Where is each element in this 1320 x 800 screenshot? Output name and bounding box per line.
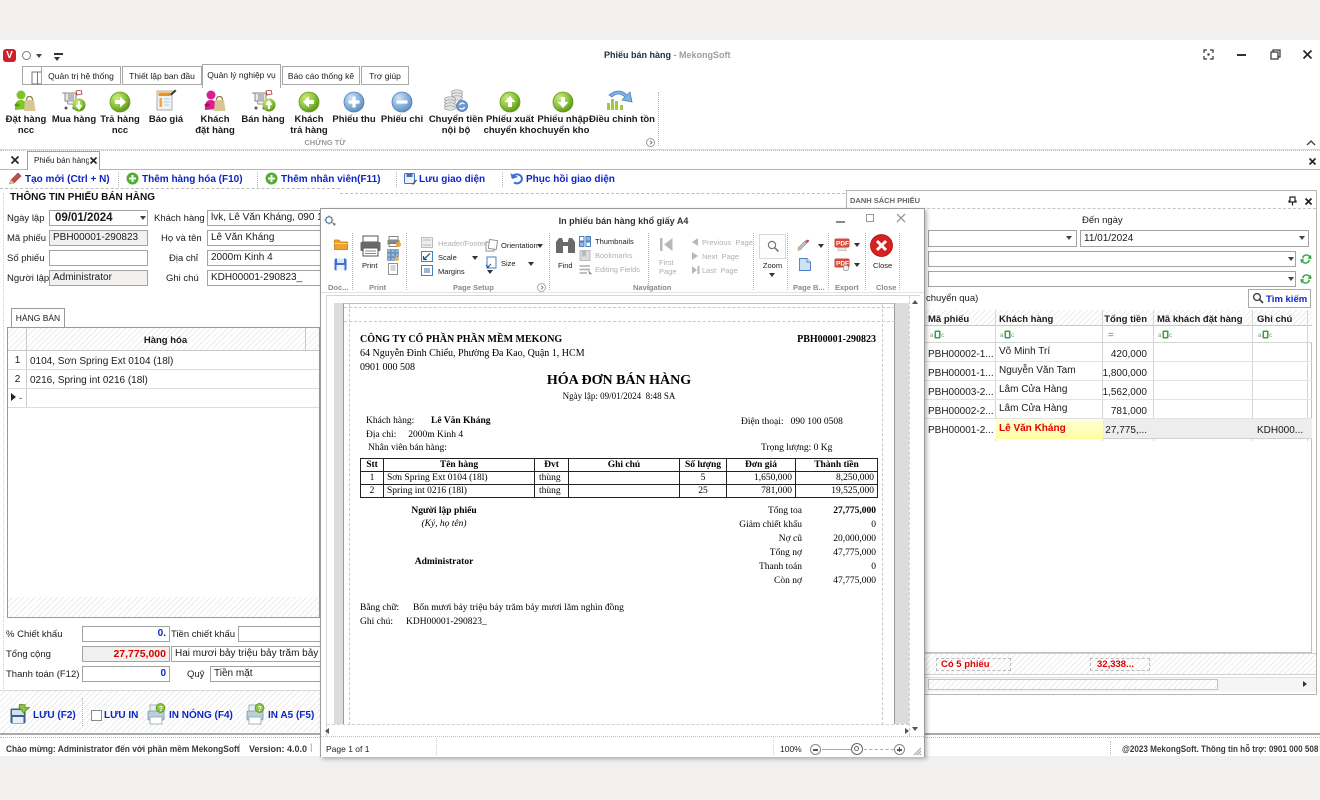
svg-text:a: a [1000, 333, 1004, 339]
svg-text:a: a [1158, 333, 1162, 339]
svg-text:PDF: PDF [836, 241, 849, 248]
svg-text:c: c [1269, 333, 1272, 339]
svg-text:a: a [930, 333, 934, 339]
svg-text:?: ? [258, 706, 262, 713]
svg-text:?: ? [159, 706, 163, 713]
svg-text:a: a [1258, 333, 1262, 339]
svg-text:c: c [1169, 333, 1172, 339]
svg-text:c: c [1011, 333, 1014, 339]
svg-text:c: c [941, 333, 944, 339]
